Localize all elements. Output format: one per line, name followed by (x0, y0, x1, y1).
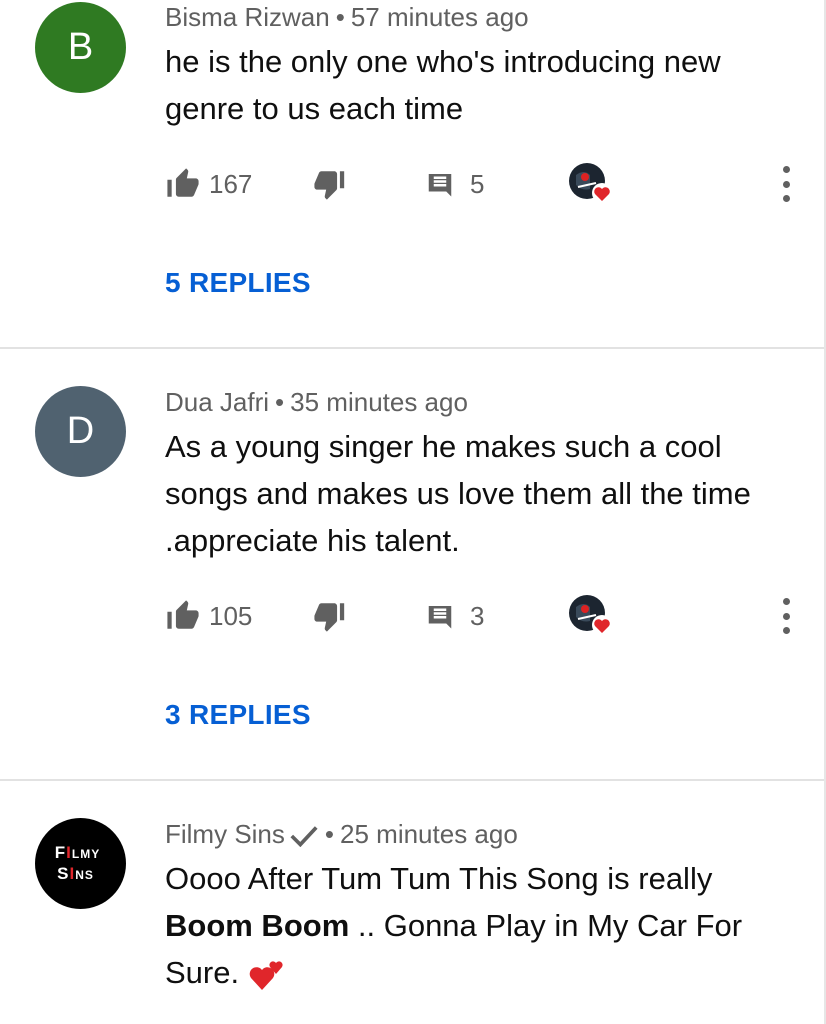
check-icon (290, 826, 318, 848)
more-vert-icon[interactable] (783, 166, 791, 202)
comment-3: FILMY SINS Filmy Sins • 25 minutes ago Ooo… (0, 781, 824, 1024)
comment-icon (428, 174, 452, 197)
creator-heart-icon (569, 595, 612, 635)
thumbs-up-icon (167, 600, 199, 629)
author-avatar[interactable]: FILMY SINS (35, 818, 126, 909)
creator-heart-badge (568, 593, 616, 639)
view-replies-link[interactable]: 5 REPLIES (165, 267, 311, 299)
creator-heart-badge (568, 161, 616, 207)
like-count: 167 (209, 168, 253, 199)
comment-actions: 167 5 (0, 159, 824, 209)
comment-time: 57 minutes ago (350, 2, 529, 32)
comment-time: 25 minutes ago (340, 819, 518, 849)
two-hearts-emoji (249, 961, 283, 990)
comment-icon (428, 606, 452, 629)
author-name[interactable]: Filmy Sins (165, 819, 285, 849)
comment-2: D Dua Jafri • 35 minutes ago As a young si… (0, 349, 824, 780)
more-vert-icon[interactable] (783, 598, 791, 634)
like-button[interactable]: 167 (165, 159, 252, 209)
channel-logo: FILMY (54, 842, 101, 862)
author-avatar[interactable]: B (35, 2, 126, 93)
like-count: 105 (209, 600, 253, 631)
thumbs-down-icon (314, 171, 345, 200)
dislike-button[interactable] (312, 159, 348, 209)
meta-separator: • (324, 819, 335, 849)
comment-text: he is the only one who's introducing new… (165, 44, 721, 126)
comment-actions: 105 3 (0, 591, 824, 641)
view-replies-link[interactable]: 3 REPLIES (165, 699, 311, 731)
comment-text-part1: Oooo After Tum Tum This Song is really (165, 861, 713, 896)
dislike-button[interactable] (312, 591, 348, 641)
comment-meta: Filmy Sins • 25 minutes ago (165, 819, 518, 850)
meta-separator: • (335, 2, 345, 32)
channel-logo-line2: SINS (57, 863, 94, 883)
comment-text: Oooo After Tum Tum This Song is really B… (165, 855, 785, 996)
avatar-letter: B (67, 26, 94, 68)
author-name[interactable]: Bisma Rizwan (165, 2, 330, 32)
comment-1: B Bisma Rizwan • 57 minutes ago he is the … (0, 0, 824, 348)
meta-separator: • (275, 387, 285, 417)
like-button[interactable]: 105 (165, 591, 252, 641)
comment-meta: Dua Jafri • 35 minutes ago (165, 387, 468, 418)
reply-count: 5 (470, 168, 485, 199)
thumbs-down-icon (314, 603, 345, 632)
avatar-letter: D (66, 410, 95, 452)
comment-time: 35 minutes ago (290, 387, 468, 417)
comment-text-bold: Boom Boom (165, 908, 350, 943)
reply-button[interactable]: 5 (424, 159, 484, 209)
author-avatar[interactable]: D (35, 386, 126, 477)
comment-text: As a young singer he makes such a cool s… (165, 429, 751, 558)
reply-button[interactable]: 3 (424, 591, 484, 641)
author-name[interactable]: Dua Jafri (165, 387, 269, 417)
comment-meta: Bisma Rizwan • 57 minutes ago (165, 2, 529, 33)
reply-count: 3 (470, 600, 485, 631)
creator-heart-icon (569, 163, 612, 203)
thumbs-up-icon (167, 168, 199, 197)
